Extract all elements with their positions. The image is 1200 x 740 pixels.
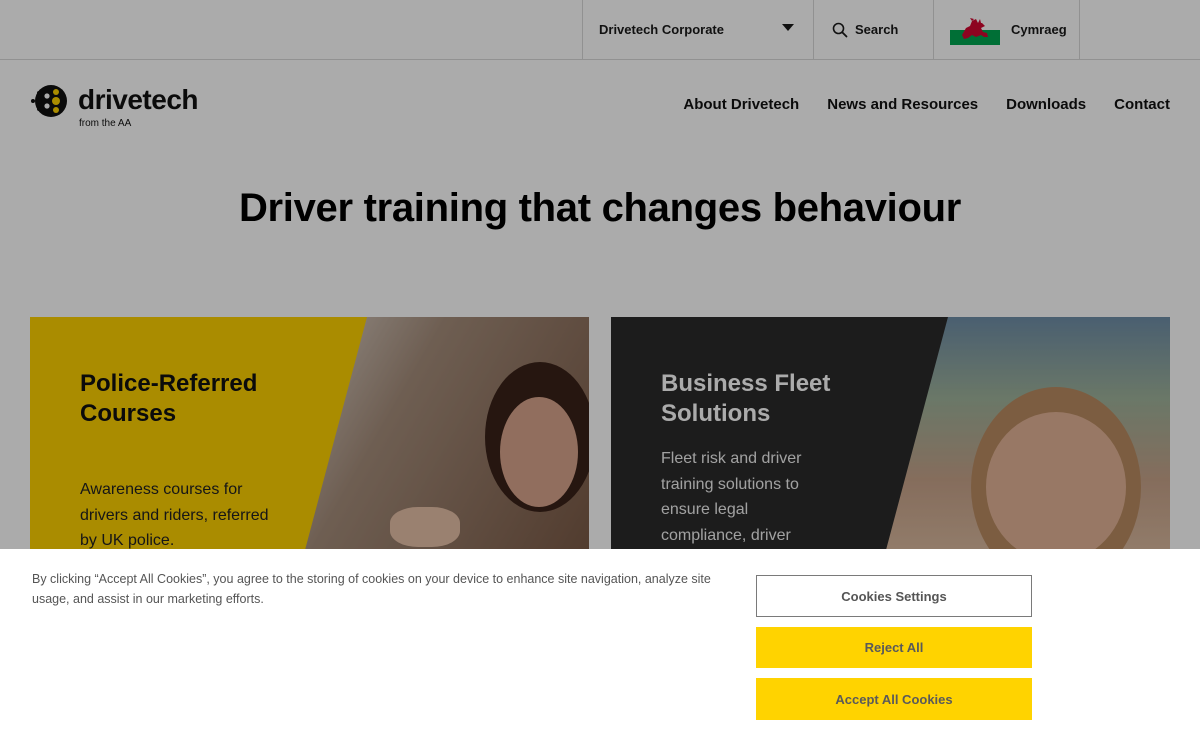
reject-all-button[interactable]: Reject All: [756, 627, 1032, 668]
accept-all-cookies-button[interactable]: Accept All Cookies: [756, 678, 1032, 720]
cookies-settings-button[interactable]: Cookies Settings: [756, 575, 1032, 617]
cookie-banner: By clicking “Accept All Cookies”, you ag…: [0, 549, 1200, 740]
cookie-banner-text: By clicking “Accept All Cookies”, you ag…: [32, 572, 711, 606]
